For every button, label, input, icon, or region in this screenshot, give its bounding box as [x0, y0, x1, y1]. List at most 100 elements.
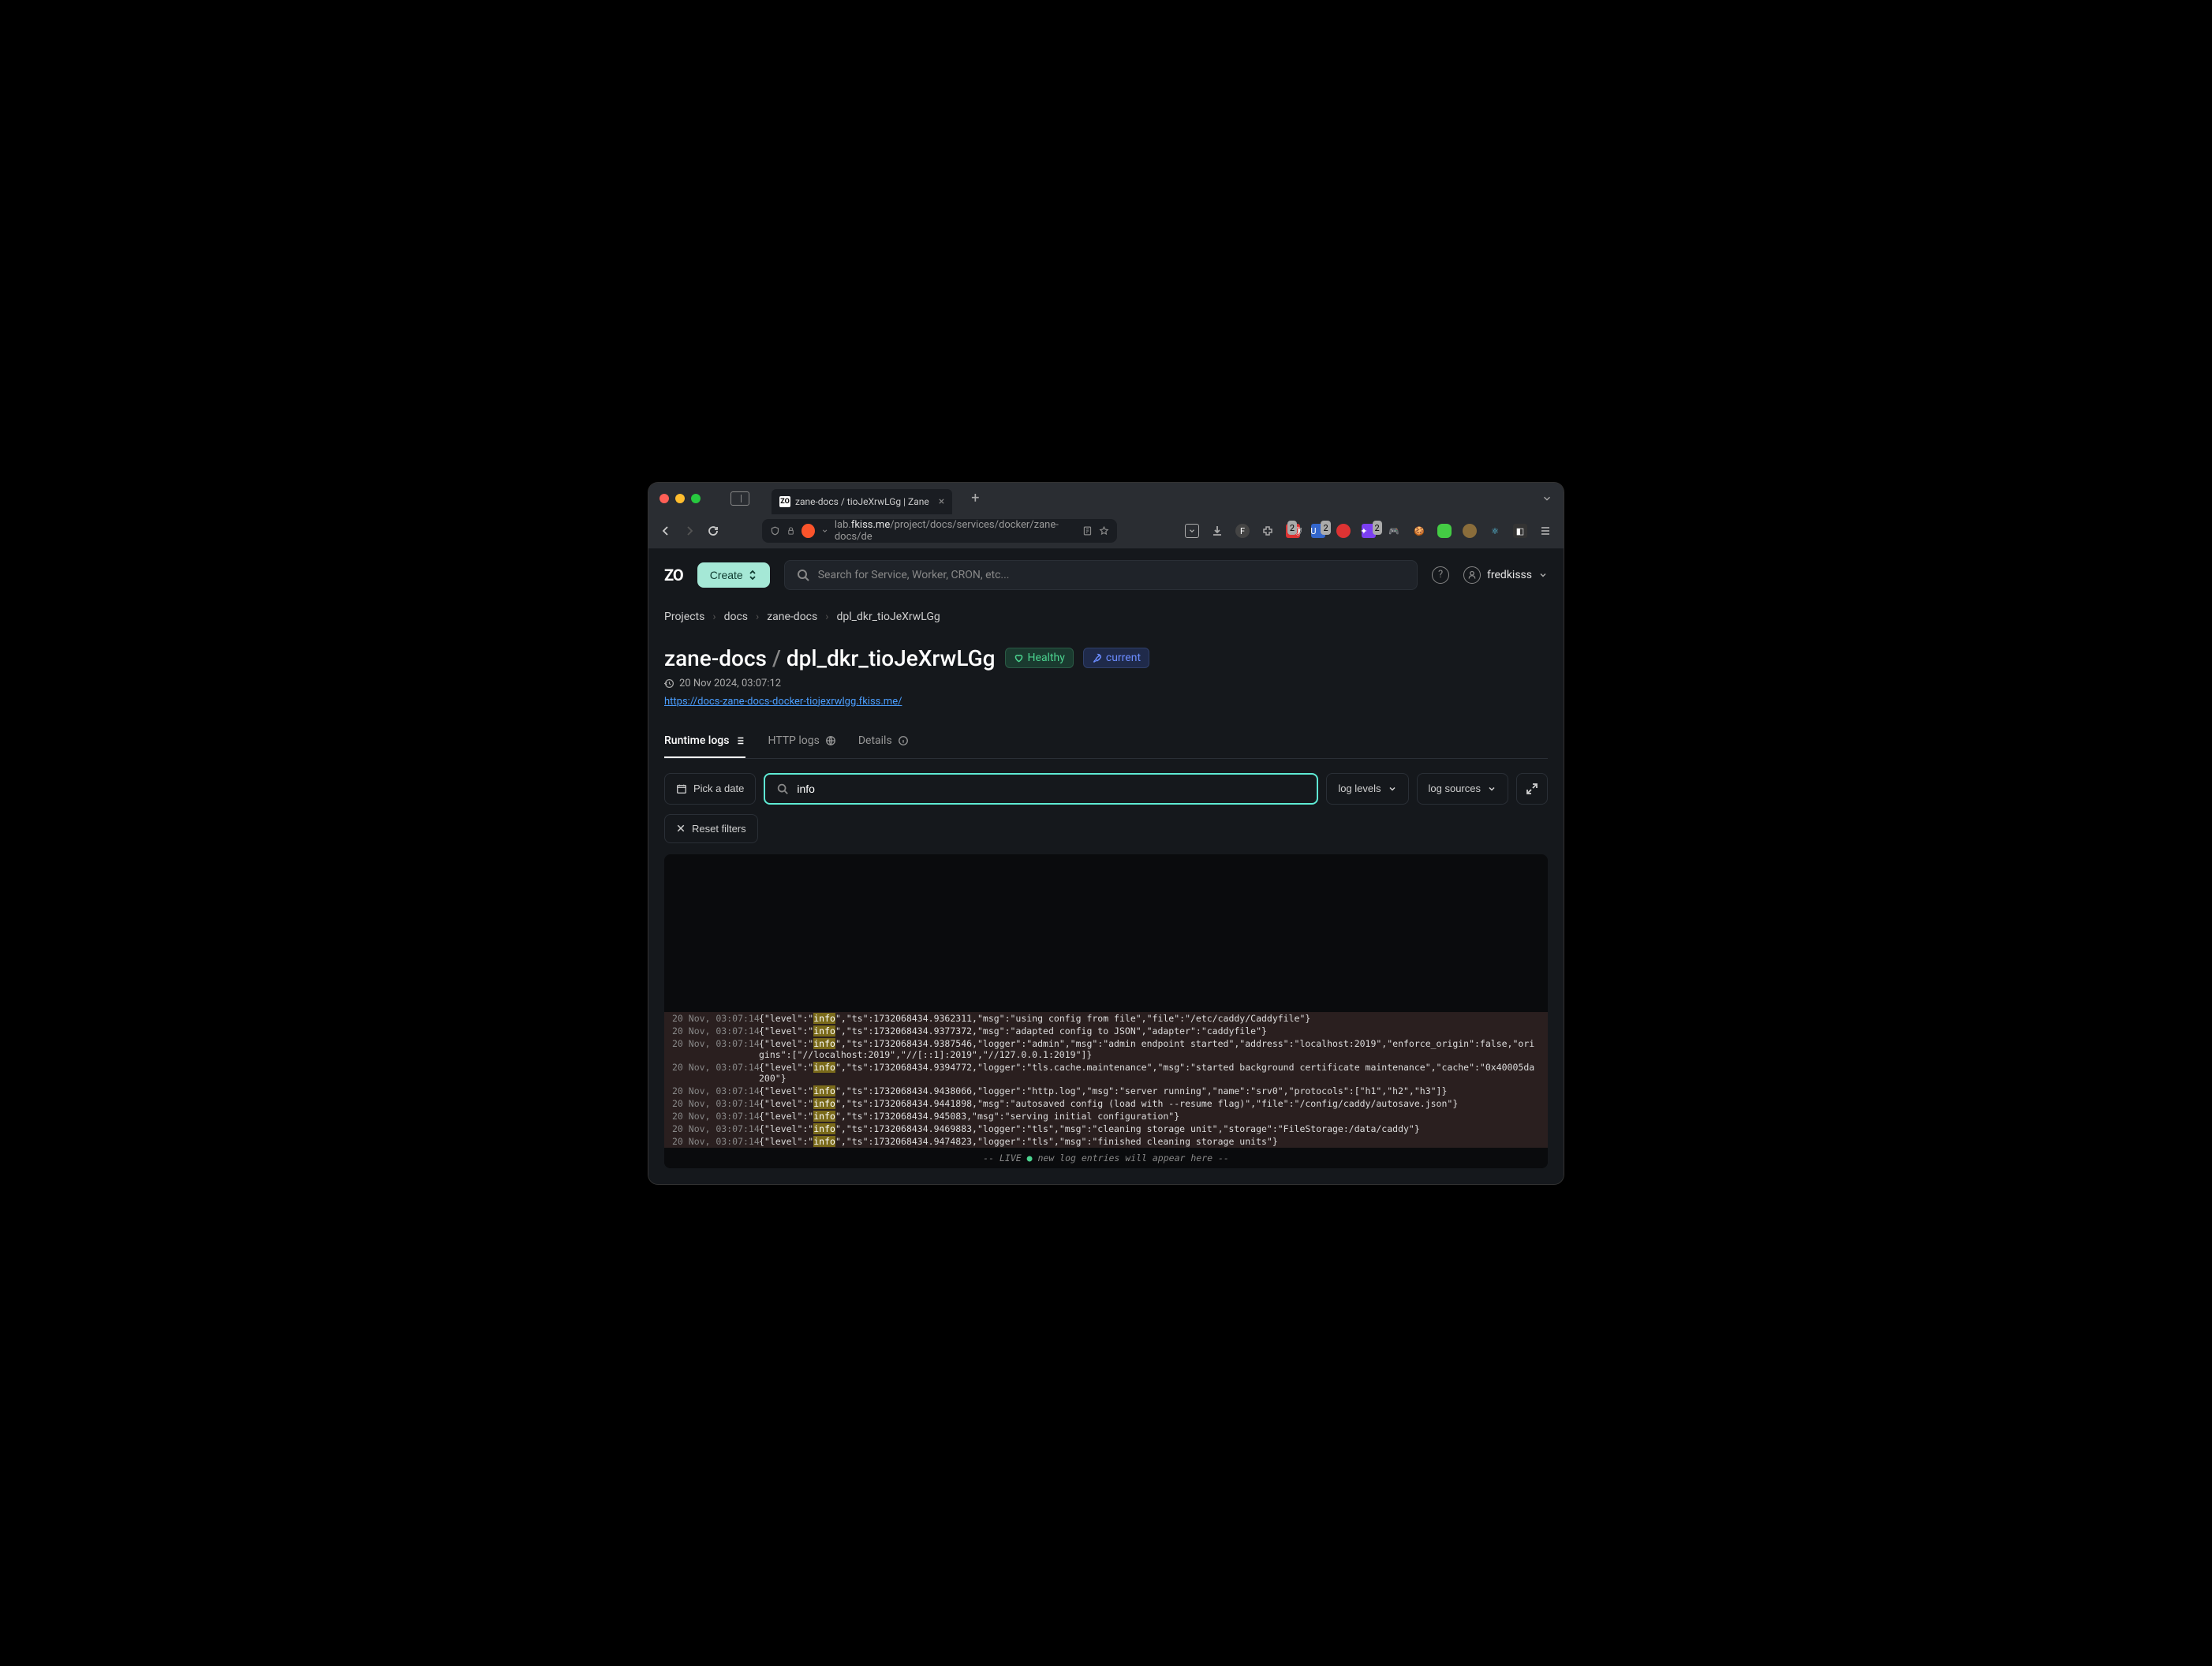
breadcrumb-projects[interactable]: Projects — [664, 611, 704, 623]
forward-button[interactable] — [683, 525, 696, 537]
log-line[interactable]: 20 Nov, 03:07:14{"level":"info","ts":173… — [664, 1025, 1548, 1037]
sidebar-toggle-icon[interactable] — [730, 491, 749, 506]
date-picker-button[interactable]: Pick a date — [664, 773, 756, 805]
log-levels-dropdown[interactable]: log levels — [1326, 773, 1408, 805]
breadcrumb-docs[interactable]: docs — [724, 611, 748, 623]
log-line[interactable]: 20 Nov, 03:07:14{"level":"info","ts":173… — [664, 1122, 1548, 1135]
url-text: lab.fkiss.me/project/docs/services/docke… — [835, 519, 1076, 543]
expand-button[interactable] — [1516, 773, 1548, 805]
service-url-link[interactable]: https://docs-zane-docs-docker-tiojexrwlg… — [664, 696, 902, 708]
app-header: ZO Create Search for Service, Worker, CR… — [648, 549, 1564, 601]
log-line[interactable]: 20 Nov, 03:07:14{"level":"info","ts":173… — [664, 1037, 1548, 1061]
extension-puzzle-icon[interactable] — [1261, 524, 1275, 538]
ext-icon-2[interactable]: 2🛡 — [1286, 524, 1300, 538]
extension-icons: F 2🛡 U2 ✦2 🎮 🍪 ⚛ ◧ — [1185, 524, 1553, 538]
help-button[interactable]: ? — [1432, 566, 1449, 584]
log-message: {"level":"info","ts":1732068434.945083,"… — [759, 1111, 1179, 1122]
reload-button[interactable] — [707, 525, 719, 537]
list-icon — [734, 735, 745, 746]
expand-icon — [1526, 783, 1538, 795]
chevron-down-icon — [1538, 570, 1548, 580]
ext-icon-4[interactable] — [1336, 524, 1351, 538]
info-icon — [898, 735, 909, 746]
page-title-row: zane-docs / dpl_dkr_tioJeXrwLGg Healthy … — [664, 645, 1548, 671]
tab-overflow-button[interactable] — [1541, 493, 1553, 504]
log-line[interactable]: 20 Nov, 03:07:14{"level":"info","ts":173… — [664, 1097, 1548, 1110]
breadcrumb-service[interactable]: zane-docs — [767, 611, 817, 623]
close-window-button[interactable] — [659, 494, 669, 503]
chevron-down-icon — [1487, 784, 1496, 794]
log-search-field[interactable] — [764, 773, 1318, 805]
ext-icon-9[interactable] — [1463, 524, 1477, 538]
log-filters: Pick a date log levels log sources — [664, 773, 1548, 805]
tab-runtime-logs[interactable]: Runtime logs — [664, 727, 745, 758]
brave-icon[interactable] — [801, 524, 815, 538]
log-line[interactable]: 20 Nov, 03:07:14{"level":"info","ts":173… — [664, 1110, 1548, 1122]
back-button[interactable] — [659, 525, 672, 537]
log-message: {"level":"info","ts":1732068434.9438066,… — [759, 1085, 1447, 1096]
log-message: {"level":"info","ts":1732068434.9474823,… — [759, 1136, 1278, 1147]
live-dot-icon: ● — [1027, 1152, 1033, 1164]
app-logo[interactable]: ZO — [664, 566, 683, 585]
status-badge-healthy: Healthy — [1005, 648, 1074, 668]
pocket-icon[interactable] — [1185, 524, 1199, 538]
chevron-down-icon[interactable] — [821, 527, 828, 535]
log-search-input[interactable] — [797, 775, 1306, 803]
minimize-window-button[interactable] — [675, 494, 685, 503]
new-tab-button[interactable]: + — [971, 490, 979, 506]
browser-tab[interactable]: ZO zane-docs / tioJeXrwLGg | Zane × — [772, 489, 952, 514]
create-button[interactable]: Create — [697, 562, 770, 588]
favicon-icon: ZO — [779, 496, 790, 507]
section-tabs: Runtime logs HTTP logs Details — [664, 727, 1548, 759]
address-bar[interactable]: lab.fkiss.me/project/docs/services/docke… — [762, 519, 1117, 543]
titlebar: ZO zane-docs / tioJeXrwLGg | Zane × + — [648, 483, 1564, 514]
log-line[interactable]: 20 Nov, 03:07:14{"level":"info","ts":173… — [664, 1135, 1548, 1148]
deployment-time: 20 Nov 2024, 03:07:12 — [664, 678, 1548, 689]
lock-icon — [787, 525, 795, 536]
browser-window: ZO zane-docs / tioJeXrwLGg | Zane × + la… — [648, 483, 1564, 1184]
ext-icon-1[interactable]: F — [1235, 524, 1250, 538]
tab-title: zane-docs / tioJeXrwLGg | Zane — [795, 496, 929, 507]
tab-http-logs[interactable]: HTTP logs — [768, 727, 835, 758]
close-tab-icon[interactable]: × — [939, 495, 944, 508]
username: fredkisss — [1487, 569, 1532, 581]
tab-details[interactable]: Details — [858, 727, 909, 758]
reader-mode-icon[interactable] — [1082, 525, 1093, 536]
log-timestamp: 20 Nov, 03:07:14 — [672, 1098, 759, 1109]
hamburger-menu-icon[interactable] — [1538, 524, 1553, 538]
log-message: {"level":"info","ts":1732068434.9441898,… — [759, 1098, 1458, 1109]
search-icon — [776, 783, 789, 795]
chevron-updown-icon — [748, 570, 757, 581]
breadcrumb-current: dpl_dkr_tioJeXrwLGg — [836, 611, 940, 623]
breadcrumbs: Projects › docs › zane-docs › dpl_dkr_ti… — [664, 611, 1548, 623]
ext-icon-3[interactable]: U2 — [1311, 524, 1325, 538]
log-viewer[interactable]: 20 Nov, 03:07:14{"level":"info","ts":173… — [664, 854, 1548, 1168]
download-icon[interactable] — [1210, 524, 1224, 538]
ext-icon-10[interactable]: ⚛ — [1488, 524, 1502, 538]
log-line[interactable]: 20 Nov, 03:07:14{"level":"info","ts":173… — [664, 1061, 1548, 1085]
log-line[interactable]: 20 Nov, 03:07:14{"level":"info","ts":173… — [664, 1085, 1548, 1097]
search-placeholder: Search for Service, Worker, CRON, etc... — [818, 569, 1010, 581]
user-menu[interactable]: fredkisss — [1463, 566, 1548, 584]
ext-icon-6[interactable]: 🎮 — [1387, 524, 1401, 538]
ext-icon-5[interactable]: ✦2 — [1362, 524, 1376, 538]
ext-icon-11[interactable]: ◧ — [1513, 524, 1527, 538]
avatar-icon — [1463, 566, 1481, 584]
ext-icon-7[interactable]: 🍪 — [1412, 524, 1426, 538]
close-icon — [676, 824, 686, 833]
log-message: {"level":"info","ts":1732068434.9469883,… — [759, 1123, 1420, 1134]
log-live-footer: -- LIVE ● new log entries will appear he… — [664, 1148, 1548, 1168]
log-message: {"level":"info","ts":1732068434.9362311,… — [759, 1013, 1310, 1024]
maximize-window-button[interactable] — [691, 494, 701, 503]
global-search[interactable]: Search for Service, Worker, CRON, etc... — [784, 560, 1418, 590]
log-timestamp: 20 Nov, 03:07:14 — [672, 1013, 759, 1024]
bookmark-star-icon[interactable] — [1099, 525, 1109, 536]
log-sources-dropdown[interactable]: log sources — [1417, 773, 1508, 805]
window-controls — [659, 494, 701, 503]
log-message: {"level":"info","ts":1732068434.9394772,… — [759, 1062, 1540, 1084]
shield-icon — [770, 525, 780, 536]
ext-icon-8[interactable] — [1437, 524, 1452, 538]
reset-filters-button[interactable]: Reset filters — [664, 814, 758, 843]
page-content: Projects › docs › zane-docs › dpl_dkr_ti… — [648, 601, 1564, 1184]
log-line[interactable]: 20 Nov, 03:07:14{"level":"info","ts":173… — [664, 1012, 1548, 1025]
